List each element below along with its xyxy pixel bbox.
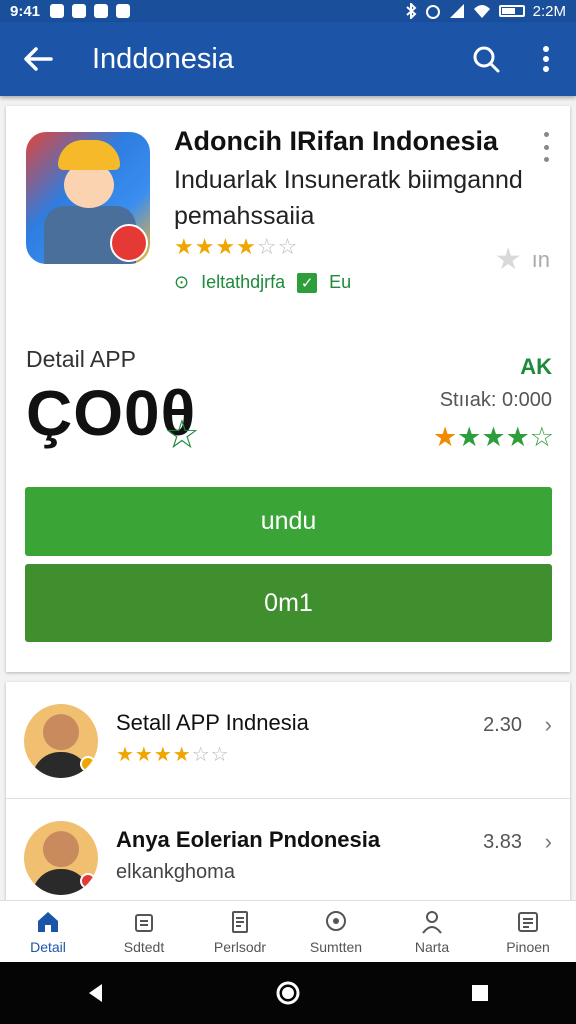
- app-subtitle: Induarlak Insuneratk biimgannd pemahssai…: [174, 166, 523, 230]
- app-title: Adoncih IRifan Indonesia: [174, 126, 499, 156]
- list-item-title: Setall APP Indnesia: [116, 710, 309, 735]
- meta-right-text: Eu: [329, 272, 352, 292]
- star-outline-icon: ★: [494, 243, 522, 276]
- list-item-count: 3.83: [483, 831, 522, 853]
- home-circle-icon[interactable]: [275, 980, 301, 1006]
- app-bar: Inddonesia: [0, 22, 576, 96]
- app-meta-row: ⊙ Ieltathdjrfa ✓ Eu: [174, 272, 351, 293]
- overflow-menu-button[interactable]: [516, 22, 576, 96]
- nav-label: Pinoen: [506, 938, 550, 955]
- back-triangle-icon[interactable]: [83, 980, 109, 1006]
- more-vert-icon: [543, 46, 549, 72]
- list-item-count: 2.30: [483, 714, 522, 736]
- list-item[interactable]: Setall APP Indnesia ★★★★☆☆ 2.30 ›: [6, 682, 570, 792]
- status-clock: 2:2M: [532, 2, 566, 20]
- app-icon[interactable]: [26, 132, 150, 264]
- search-icon: [473, 46, 500, 73]
- share-icon: [135, 913, 153, 932]
- battery-icon: [498, 5, 525, 17]
- status-time: 9:41: [10, 2, 41, 20]
- document-icon: [232, 910, 248, 933]
- info-icon: ⊙: [174, 272, 190, 292]
- avatar: [24, 821, 98, 895]
- list-item-subtitle: elkankghoma: [116, 861, 235, 883]
- signal-icon: [449, 4, 464, 18]
- chevron-right-icon: ›: [544, 829, 552, 854]
- related-apps-card: Setall APP Indnesia ★★★★☆☆ 2.30 › Anya E…: [6, 682, 570, 912]
- status-text: Stııak: 0:000: [439, 389, 552, 411]
- nav-label: Sumtten: [309, 938, 363, 955]
- nav-label: Perlsodr: [213, 938, 267, 955]
- system-navigation: [0, 962, 576, 1024]
- rating-stars-large: ★★★★☆: [432, 422, 554, 452]
- list-icon: [518, 911, 538, 932]
- meta-left-text: Ieltathdjrfa: [201, 272, 286, 292]
- rating-label: AK: [520, 354, 552, 379]
- page-title: Inddonesia: [92, 42, 234, 75]
- back-button[interactable]: [0, 22, 76, 96]
- home-icon: [38, 911, 58, 932]
- nav-item-sdtedt[interactable]: Sdtedt: [96, 901, 192, 962]
- notification-icon: [50, 4, 65, 18]
- bottom-navigation: Detail Sdtedt Perlsodr Sumtten Narta Pin…: [0, 900, 576, 962]
- fav-label: ın: [531, 246, 550, 272]
- notification-icon: [94, 4, 109, 18]
- chat-icon: [326, 910, 346, 931]
- nav-item-pinoen[interactable]: Pinoen: [480, 901, 576, 962]
- more-vert-icon[interactable]: [536, 132, 556, 162]
- nav-item-perlsodr[interactable]: Perlsodr: [192, 901, 288, 962]
- checkbox-icon[interactable]: ✓: [297, 272, 318, 293]
- notification-icon: [72, 4, 87, 18]
- nav-label: Detail: [30, 938, 66, 955]
- badge-icon: [110, 224, 148, 262]
- avatar: [24, 704, 98, 778]
- status-bar: 9:41 2:2M: [0, 0, 576, 22]
- favorite-control[interactable]: ★ ın: [495, 242, 550, 277]
- nav-item-narta[interactable]: Narta: [384, 901, 480, 962]
- chevron-right-icon: ›: [544, 712, 552, 737]
- nav-label: Narta: [414, 938, 450, 955]
- nav-label: Sdtedt: [123, 938, 165, 955]
- wifi-icon: [473, 5, 490, 18]
- person-icon: [422, 910, 442, 934]
- star-outline-icon[interactable]: ☆: [164, 412, 200, 458]
- recents-square-icon[interactable]: [467, 980, 493, 1006]
- nav-item-sumtten[interactable]: Sumtten: [288, 901, 384, 962]
- alarm-icon: [425, 5, 440, 19]
- nav-item-detail[interactable]: Detail: [0, 901, 96, 962]
- list-item-rating-stars: ★★★★☆☆: [116, 744, 230, 766]
- notification-icon: [116, 4, 131, 18]
- bluetooth-icon: [405, 3, 417, 19]
- detail-label: Detail APP: [26, 346, 136, 372]
- search-button[interactable]: [456, 22, 516, 96]
- list-item-title: Anya Eolerian Pndonesia: [116, 827, 381, 852]
- open-button[interactable]: 0m1: [25, 564, 552, 642]
- app-rating-stars: ★★★★☆☆: [174, 234, 299, 259]
- install-button[interactable]: undu: [25, 487, 552, 556]
- list-item[interactable]: Anya Eolerian Pndonesia elkankghoma 3.83…: [6, 798, 570, 908]
- back-arrow-icon: [24, 47, 53, 71]
- app-detail-card: Adoncih IRifan Indonesia Induarlak Insun…: [6, 106, 570, 672]
